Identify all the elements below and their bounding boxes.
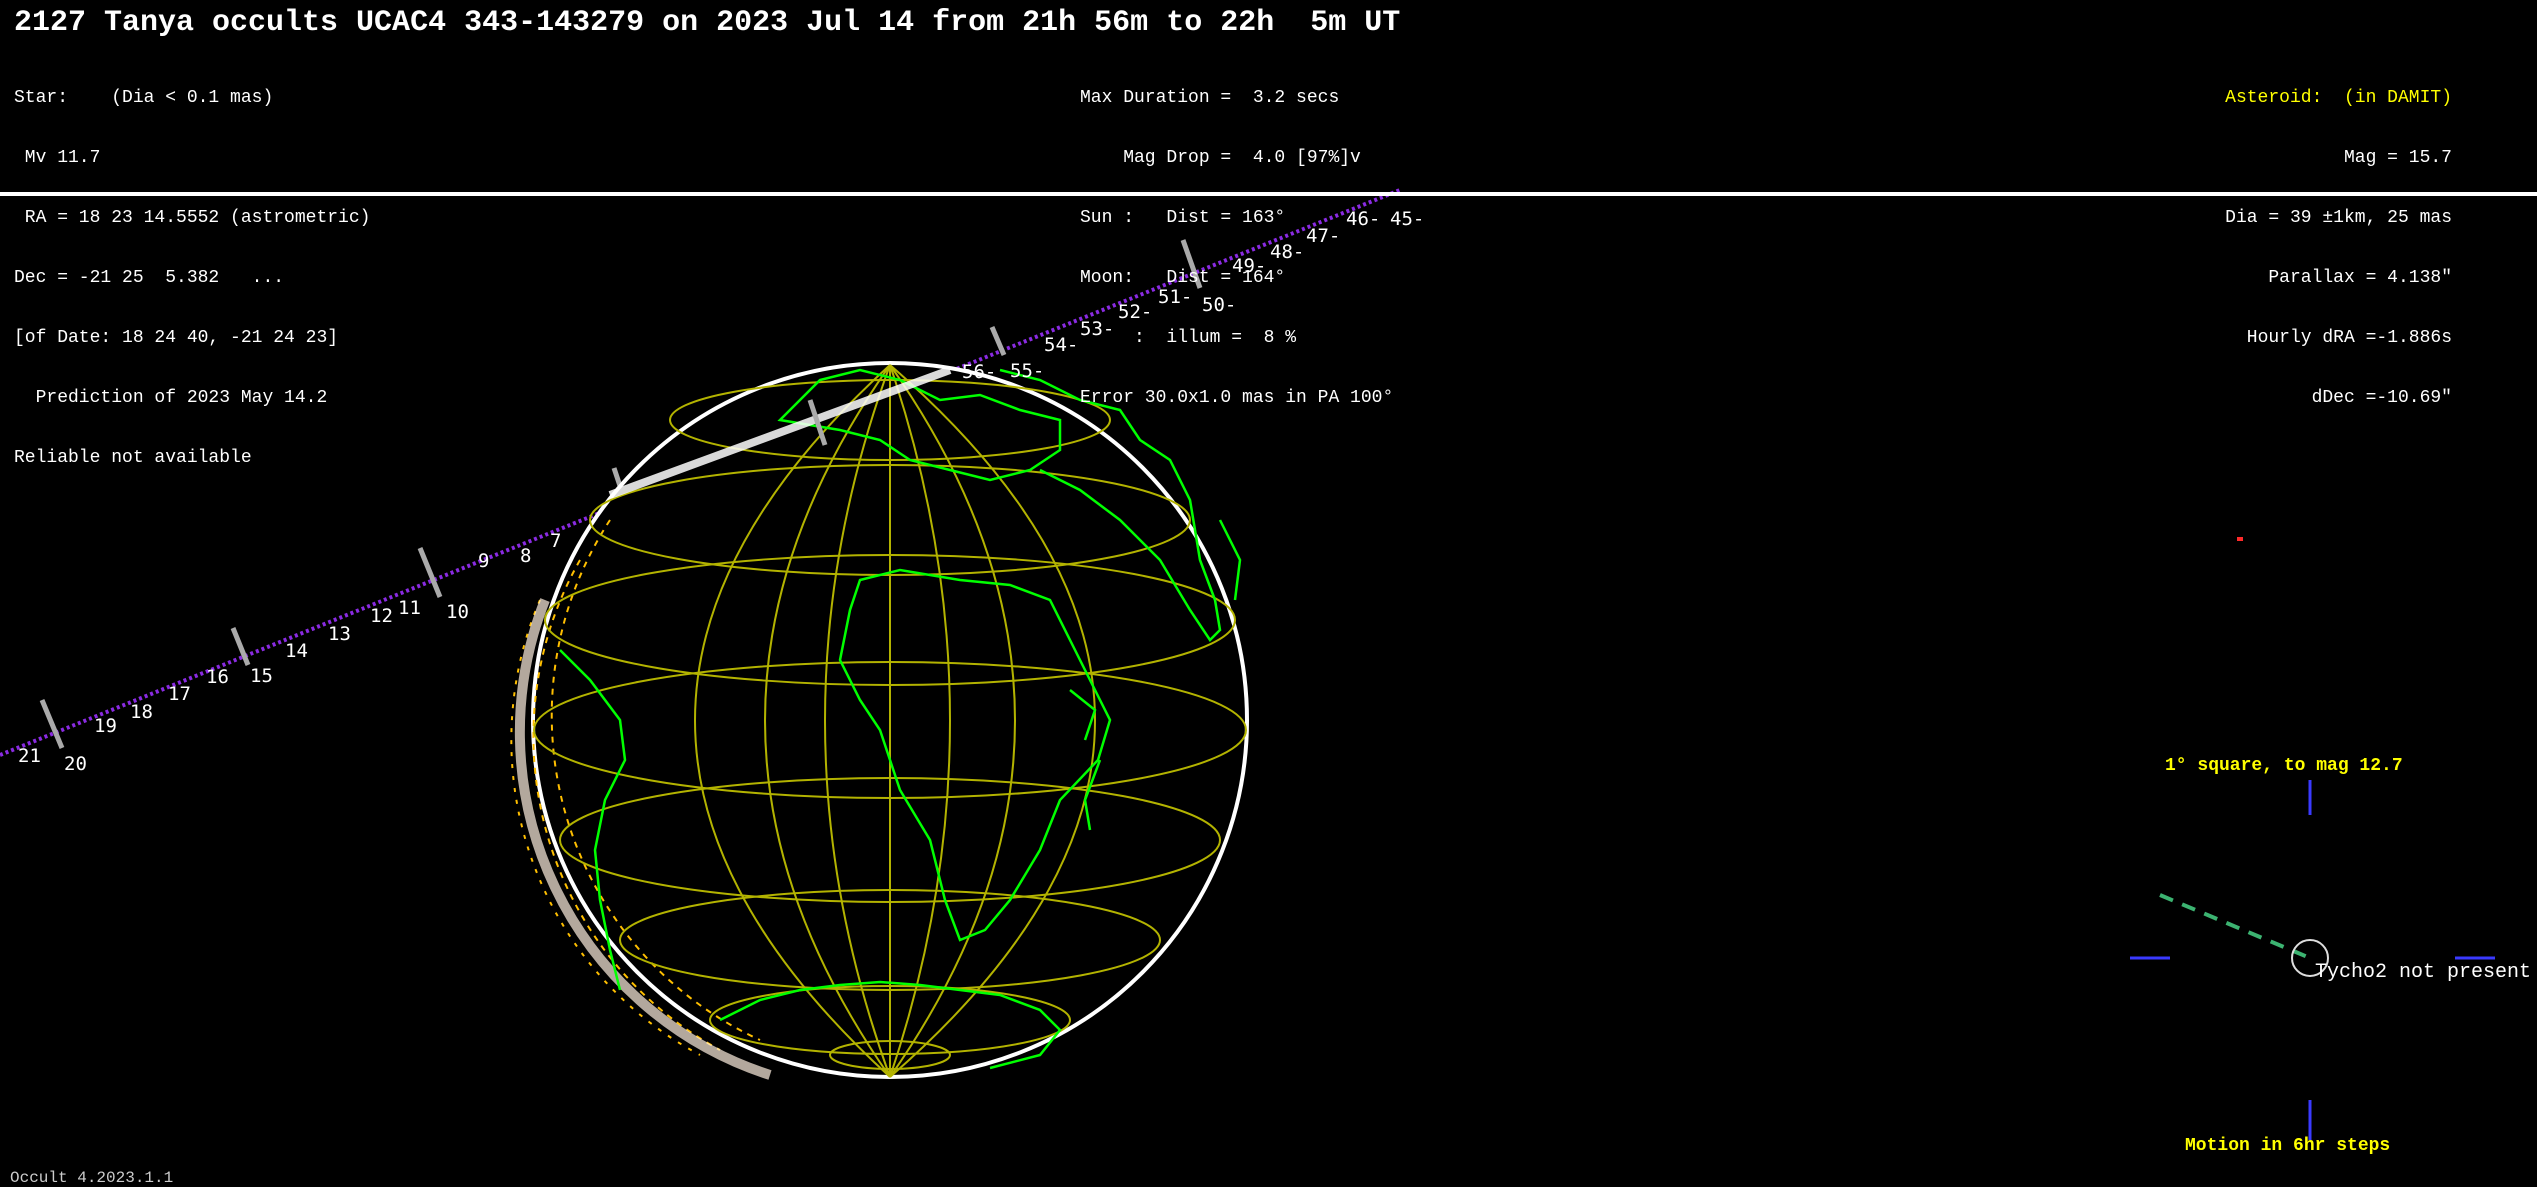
- star-chart-footer: Motion in 6hr steps: [2185, 1136, 2391, 1156]
- asteroid-info: Asteroid: (in DAMIT) Mag = 15.7 Dia = 39…: [2225, 48, 2452, 428]
- star-info: Star: (Dia < 0.1 mas) Mv 11.7 RA = 18 23…: [14, 48, 370, 488]
- event-info: Max Duration = 3.2 secs Mag Drop = 4.0 […: [1080, 48, 1393, 428]
- path-tick-label: 56-: [962, 361, 996, 383]
- star-chart-title: 1° square, to mag 12.7: [2165, 756, 2403, 776]
- path-tick-label: 14: [285, 640, 308, 662]
- event-info-line: Moon: Dist = 164°: [1080, 268, 1286, 288]
- star-info-line: RA = 18 23 14.5552 (astrometric): [14, 208, 371, 228]
- page-title: 2127 Tanya occults UCAC4 343-143279 on 2…: [14, 6, 1401, 40]
- path-tick-label: 7: [550, 530, 561, 552]
- path-tick-label: 20: [64, 753, 87, 775]
- star-chart: [2130, 537, 2495, 1140]
- path-tick-label: 16: [206, 666, 229, 688]
- path-tick-label: 18: [130, 701, 153, 723]
- star-info-line: Reliable not available: [14, 448, 252, 468]
- path-tick-label: 15: [250, 665, 273, 687]
- path-tick-label: 19: [94, 715, 117, 737]
- event-info-line: Sun : Dist = 163°: [1080, 208, 1286, 228]
- event-info-line: Mag Drop = 4.0 [97%]v: [1080, 148, 1361, 168]
- path-tick-label: 21: [18, 745, 41, 767]
- asteroid-info-line: Hourly dRA =-1.886s: [2246, 328, 2452, 348]
- path-tick-label: 8: [520, 545, 531, 567]
- path-tick-label: 54-: [1044, 334, 1078, 356]
- star-info-line: Prediction of 2023 May 14.2: [14, 388, 328, 408]
- path-tick-label: 11: [398, 597, 421, 619]
- asteroid-info-line: Dia = 39 ±1km, 25 mas: [2225, 208, 2452, 228]
- asteroid-info-line: Mag = 15.7: [2343, 148, 2452, 168]
- asteroid-info-line: Parallax = 4.138": [2268, 268, 2452, 288]
- asteroid-info-line: dDec =-10.69": [2311, 388, 2452, 408]
- version-label: Occult 4.2023.1.1: [10, 1169, 174, 1187]
- event-info-line: : illum = 8 %: [1080, 328, 1297, 348]
- path-tick-label: 10: [446, 601, 469, 623]
- event-info-line: Error 30.0x1.0 mas in PA 100°: [1080, 388, 1394, 408]
- event-info-line: Max Duration = 3.2 secs: [1080, 88, 1340, 108]
- red-marker: [2237, 537, 2243, 541]
- star-info-line: Mv 11.7: [14, 148, 101, 168]
- header-separator: [0, 192, 2537, 196]
- star-info-line: [of Date: 18 24 40, -21 24 23]: [14, 328, 339, 348]
- star-chart-note: Tycho2 not present: [2315, 961, 2532, 984]
- star-info-line: Star: (Dia < 0.1 mas): [14, 88, 274, 108]
- path-tick-label: 13: [328, 623, 351, 645]
- path-tick-label: 17: [168, 683, 191, 705]
- path-tick-label: 45-: [1390, 208, 1424, 230]
- star-info-line: Dec = -21 25 5.382 ...: [14, 268, 285, 288]
- path-tick-label: 12: [370, 605, 393, 627]
- path-tick-label: 55-: [1010, 360, 1044, 382]
- path-tick-label: 9: [478, 550, 489, 572]
- asteroid-info-title: Asteroid: (in DAMIT): [2225, 88, 2452, 108]
- motion-track: [2159, 893, 2311, 960]
- earth-globe: [510, 361, 1249, 1080]
